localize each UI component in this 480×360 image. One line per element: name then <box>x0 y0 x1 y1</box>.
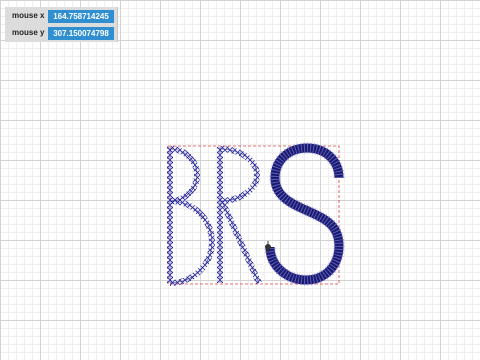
glyph-b[interactable] <box>167 146 215 286</box>
glyph-s[interactable] <box>264 142 345 286</box>
glyph-r[interactable] <box>217 146 262 285</box>
drawing-canvas[interactable] <box>0 0 480 360</box>
